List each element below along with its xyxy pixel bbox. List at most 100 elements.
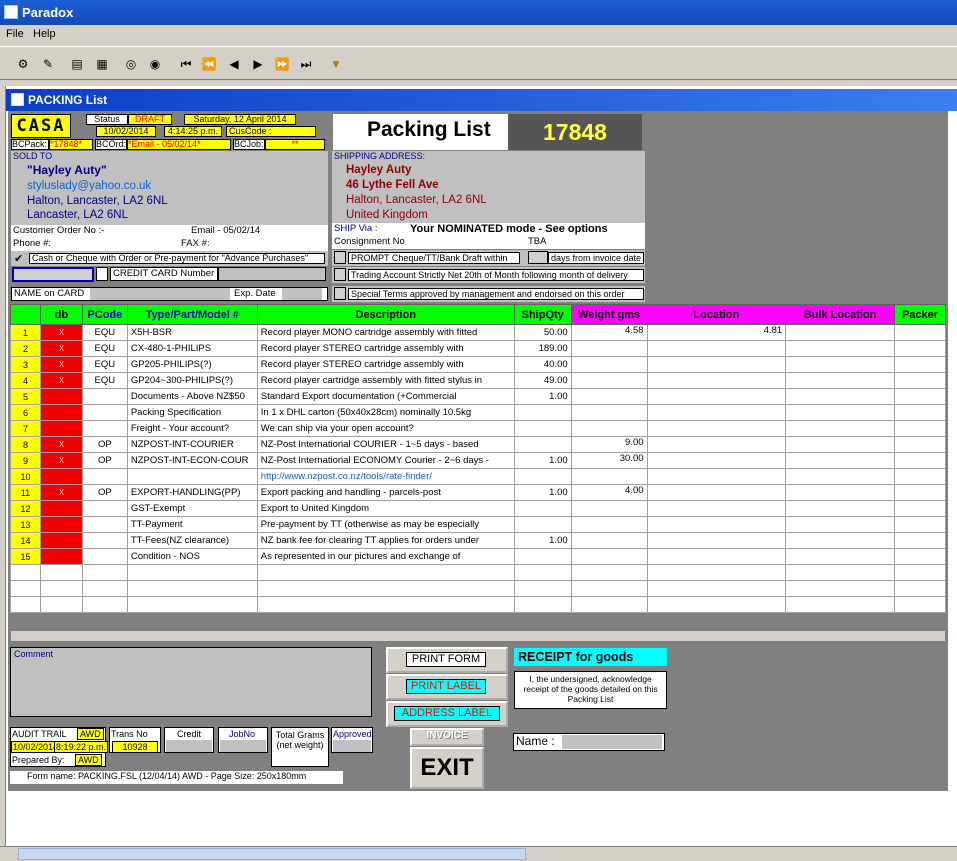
col-bulk-location[interactable]: Bulk Location: [785, 304, 895, 325]
prev-record-icon[interactable]: ◀: [225, 55, 243, 73]
table-row[interactable]: 8 X OP NZPOST-INT-COURIER NZ-Post Internatio…: [10, 436, 946, 453]
empty-cell[interactable]: [256, 564, 515, 581]
db-flag[interactable]: [39, 468, 83, 485]
description-cell[interactable]: Record player STEREO cartridge assembly …: [256, 340, 515, 357]
filter-icon[interactable]: ▼: [327, 55, 345, 73]
db-flag[interactable]: X: [39, 484, 83, 501]
bulk-location-cell[interactable]: [785, 436, 895, 453]
table-row[interactable]: 3 X EQU GP205-PHILIPS(?) Record player STERE…: [10, 356, 946, 373]
grid-horizontal-scrollbar[interactable]: [10, 630, 946, 642]
weight-cell[interactable]: [570, 548, 648, 565]
part-cell[interactable]: [126, 468, 258, 485]
empty-cell[interactable]: [126, 580, 258, 597]
pcode-cell[interactable]: EQU: [81, 324, 128, 341]
weight-cell[interactable]: [570, 500, 648, 517]
description-cell[interactable]: Export to United Kingdom: [256, 500, 515, 517]
time-field[interactable]: 4:14:25 p.m.: [164, 126, 222, 137]
bulk-location-cell[interactable]: [785, 340, 895, 357]
comment-box[interactable]: Comment: [10, 647, 372, 717]
shipqty-cell[interactable]: [513, 404, 572, 421]
col-part[interactable]: Type/Part/Model #: [126, 304, 258, 325]
row-number[interactable]: 10: [10, 468, 41, 485]
row-number[interactable]: 13: [10, 516, 41, 533]
menu-file[interactable]: File: [6, 28, 24, 40]
next-set-icon[interactable]: ⏩: [273, 55, 291, 73]
db-flag[interactable]: X: [39, 372, 83, 389]
empty-cell[interactable]: [81, 564, 128, 581]
next-record-icon[interactable]: ▶: [249, 55, 267, 73]
scroll-thumb[interactable]: [18, 848, 526, 860]
packer-cell[interactable]: [894, 468, 946, 485]
bulk-location-cell[interactable]: [785, 356, 895, 373]
pcode-cell[interactable]: EQU: [81, 340, 128, 357]
shipqty-cell[interactable]: 189.00: [513, 340, 572, 357]
row-number[interactable]: 1: [10, 324, 41, 341]
location-cell[interactable]: [646, 468, 787, 485]
description-cell[interactable]: Export packing and handling - parcels-po…: [256, 484, 515, 501]
row-number[interactable]: 4: [10, 372, 41, 389]
pcode-cell[interactable]: [81, 532, 128, 549]
db-flag[interactable]: [39, 500, 83, 517]
shipqty-cell[interactable]: 1.00: [513, 532, 572, 549]
packer-cell[interactable]: [894, 436, 946, 453]
shipqty-cell[interactable]: [513, 468, 572, 485]
col-db[interactable]: db: [39, 304, 83, 325]
empty-cell[interactable]: [126, 596, 258, 613]
weight-cell[interactable]: [570, 468, 648, 485]
description-cell[interactable]: http://www.nzpost.co.nz/tools/rate-finde…: [256, 468, 515, 485]
empty-cell[interactable]: [10, 564, 41, 581]
find-icon[interactable]: ◎: [122, 55, 140, 73]
credit-box[interactable]: Credit: [164, 727, 214, 753]
empty-cell[interactable]: [39, 564, 83, 581]
pcode-cell[interactable]: EQU: [81, 372, 128, 389]
db-flag[interactable]: [39, 420, 83, 437]
empty-cell[interactable]: [513, 564, 572, 581]
table-row[interactable]: [10, 580, 946, 597]
location-cell[interactable]: [646, 532, 787, 549]
ship-via-row[interactable]: SHIP Via : Your NOMINATED mode - See opt…: [332, 223, 645, 236]
jobno-box[interactable]: JobNo: [218, 727, 268, 753]
empty-cell[interactable]: [570, 564, 648, 581]
location-cell[interactable]: [646, 388, 787, 405]
description-cell[interactable]: Pre-payment by TT (otherwise as may be e…: [256, 516, 515, 533]
row-number[interactable]: 3: [10, 356, 41, 373]
bulk-location-cell[interactable]: [785, 500, 895, 517]
pcode-cell[interactable]: OP: [81, 436, 128, 453]
location-cell[interactable]: [646, 500, 787, 517]
description-cell[interactable]: In 1 x DHL carton (50x40x28cm) nominally…: [256, 404, 515, 421]
table-row[interactable]: 7 Freight - Your account? We can ship via …: [10, 420, 946, 437]
trading-checkbox[interactable]: [334, 268, 346, 281]
prompt-checkbox[interactable]: [334, 251, 346, 264]
empty-cell[interactable]: [646, 580, 787, 597]
location-cell[interactable]: [646, 420, 787, 437]
row-number[interactable]: 6: [10, 404, 41, 421]
table-row[interactable]: 12 GST-Exempt Export to United Kingdom: [10, 500, 946, 517]
description-cell[interactable]: NZ-Post International ECONOMY Courier - …: [256, 452, 515, 469]
packer-cell[interactable]: [894, 340, 946, 357]
empty-cell[interactable]: [39, 596, 83, 613]
weight-cell[interactable]: [570, 420, 648, 437]
row-number[interactable]: 8: [10, 436, 41, 453]
cuscode-field[interactable]: CusCode :: [226, 126, 316, 137]
prev-set-icon[interactable]: ⏪: [200, 55, 218, 73]
empty-cell[interactable]: [785, 596, 895, 613]
table-row[interactable]: 9 X OP NZPOST-INT-ECON-COUR NZ-Post Internat…: [10, 452, 946, 469]
credit-card-checkbox[interactable]: [96, 267, 108, 281]
part-cell[interactable]: GST-Exempt: [126, 500, 258, 517]
location-cell[interactable]: [646, 340, 787, 357]
shipqty-cell[interactable]: [513, 436, 572, 453]
col-packer[interactable]: Packer: [894, 304, 946, 325]
col-pcode[interactable]: PCode: [81, 304, 128, 325]
table-row[interactable]: 14 TT-Fees(NZ clearance) NZ bank fee for c…: [10, 532, 946, 549]
print-form-button[interactable]: PRINT FORM: [386, 647, 508, 673]
weight-cell[interactable]: [570, 356, 648, 373]
packer-cell[interactable]: [894, 420, 946, 437]
invoice-button[interactable]: INVOICE: [410, 728, 484, 746]
empty-cell[interactable]: [81, 596, 128, 613]
table-row[interactable]: 4 X EQU GP204~300-PHILIPS(?) Record player c…: [10, 372, 946, 389]
empty-cell[interactable]: [785, 580, 895, 597]
menu-help[interactable]: Help: [33, 28, 56, 40]
customer-order-row[interactable]: Customer Order No :- Email - 05/02/14: [11, 225, 328, 238]
part-cell[interactable]: Packing Specification: [126, 404, 258, 421]
empty-cell[interactable]: [126, 564, 258, 581]
